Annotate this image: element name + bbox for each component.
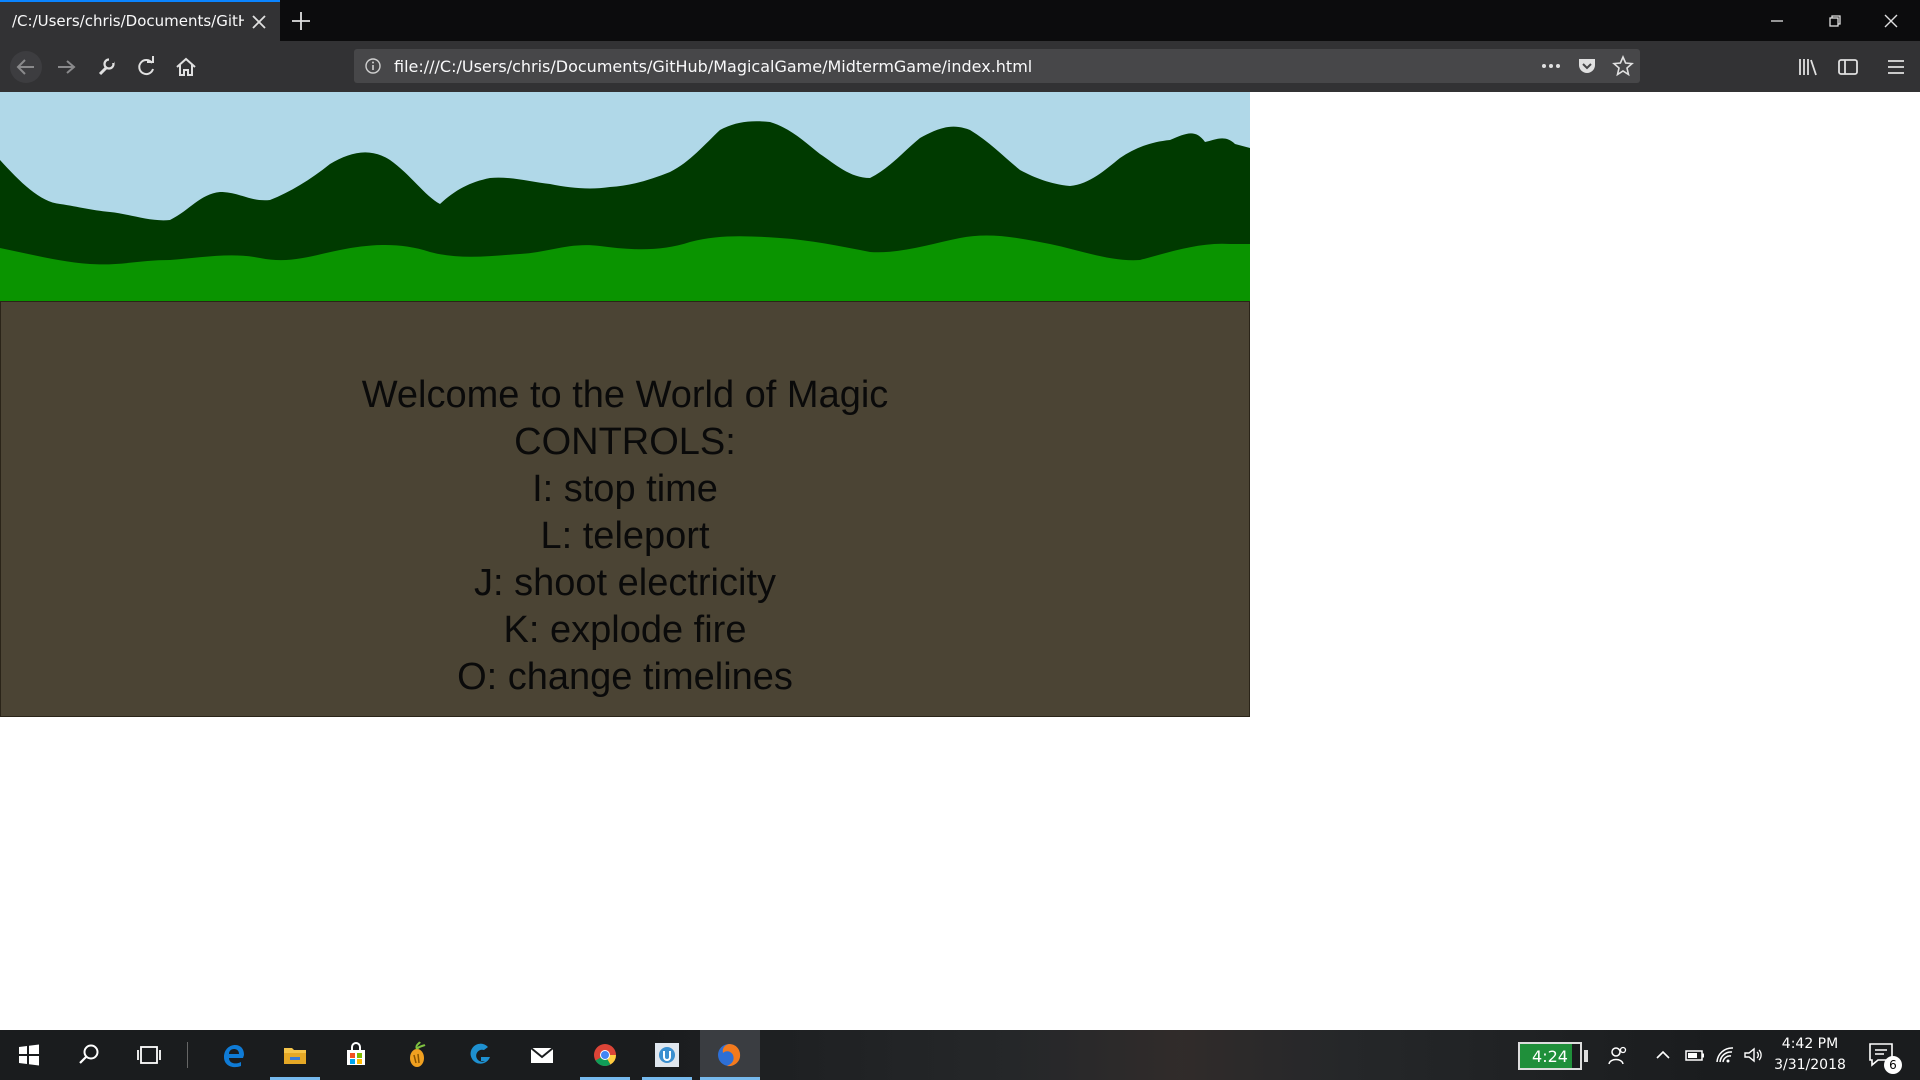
back-icon[interactable] bbox=[10, 51, 42, 83]
battery-widget[interactable]: 4:24 bbox=[1518, 1042, 1582, 1070]
url-text[interactable]: file:///C:/Users/chris/Documents/GitHub/… bbox=[394, 57, 1032, 76]
window-close-icon[interactable] bbox=[1878, 8, 1904, 34]
battery-icon[interactable] bbox=[1684, 1044, 1706, 1066]
edge-icon[interactable] bbox=[205, 1030, 263, 1080]
navigation-toolbar: file:///C:/Users/chris/Documents/GitHub/… bbox=[0, 41, 1920, 92]
people-icon[interactable] bbox=[1607, 1044, 1629, 1066]
active-tab[interactable]: /C:/Users/chris/Documents/GitHub/ bbox=[0, 0, 280, 41]
windows-start-icon[interactable] bbox=[0, 1030, 58, 1080]
new-tab-plus-icon[interactable] bbox=[288, 8, 314, 34]
task-view-icon[interactable] bbox=[120, 1030, 178, 1080]
forward-icon[interactable] bbox=[52, 53, 80, 81]
control-explode-fire: K: explode fire bbox=[503, 609, 747, 651]
pocket-icon[interactable] bbox=[1576, 55, 1598, 77]
clock-date: 3/31/2018 bbox=[1774, 1057, 1846, 1073]
reload-icon[interactable] bbox=[132, 53, 160, 81]
library-icon[interactable] bbox=[1794, 53, 1822, 81]
fl-studio-icon[interactable] bbox=[388, 1030, 446, 1080]
logitech-g-icon[interactable] bbox=[451, 1030, 509, 1080]
sidebar-icon[interactable] bbox=[1834, 53, 1862, 81]
page-info-icon[interactable] bbox=[364, 57, 382, 75]
clock-time: 4:42 PM bbox=[1781, 1036, 1839, 1052]
notification-badge: 6 bbox=[1884, 1056, 1902, 1074]
taskbar-divider bbox=[187, 1042, 188, 1068]
taskbar: 4:24 4:42 PM 3/31/2018 6 bbox=[0, 1030, 1920, 1080]
url-bar[interactable]: file:///C:/Users/chris/Documents/GitHub/… bbox=[354, 49, 1640, 83]
battery-nub bbox=[1584, 1050, 1588, 1062]
search-icon[interactable] bbox=[60, 1030, 118, 1080]
tab-bar: /C:/Users/chris/Documents/GitHub/ bbox=[0, 0, 1920, 41]
home-icon[interactable] bbox=[172, 53, 200, 81]
game-canvas[interactable]: Welcome to the World of Magic CONTROLS: … bbox=[0, 92, 1250, 717]
chrome-icon[interactable] bbox=[576, 1030, 634, 1080]
landscape-scene bbox=[0, 92, 1250, 302]
chevron-up-icon[interactable] bbox=[1652, 1044, 1674, 1066]
store-icon[interactable] bbox=[327, 1030, 385, 1080]
file-explorer-icon[interactable] bbox=[266, 1030, 324, 1080]
control-shoot-electricity: J: shoot electricity bbox=[474, 562, 776, 604]
wifi-icon[interactable] bbox=[1714, 1044, 1736, 1066]
control-stop-time: I: stop time bbox=[532, 468, 718, 510]
battery-time: 4:24 bbox=[1532, 1047, 1568, 1066]
unity-icon[interactable] bbox=[638, 1030, 696, 1080]
bookmark-star-icon[interactable] bbox=[1612, 54, 1634, 77]
control-teleport: L: teleport bbox=[540, 515, 710, 557]
restore-icon[interactable] bbox=[1822, 8, 1848, 34]
tab-close-icon[interactable] bbox=[248, 11, 270, 33]
more-actions-icon[interactable] bbox=[1540, 55, 1562, 77]
minimize-icon[interactable] bbox=[1764, 8, 1790, 34]
wrench-icon[interactable] bbox=[92, 53, 120, 81]
welcome-title: Welcome to the World of Magic bbox=[361, 374, 889, 416]
controls-text: Welcome to the World of Magic CONTROLS: … bbox=[0, 372, 1250, 701]
tab-title: /C:/Users/chris/Documents/GitHub/ bbox=[12, 12, 244, 30]
firefox-icon[interactable] bbox=[700, 1030, 760, 1080]
controls-heading: CONTROLS: bbox=[514, 421, 736, 463]
page-viewport: Welcome to the World of Magic CONTROLS: … bbox=[0, 92, 1920, 1030]
mail-icon[interactable] bbox=[513, 1030, 571, 1080]
system-clock[interactable]: 4:42 PM 3/31/2018 bbox=[1760, 1034, 1860, 1076]
hamburger-menu-icon[interactable] bbox=[1882, 53, 1910, 81]
control-change-timelines: O: change timelines bbox=[457, 656, 793, 698]
